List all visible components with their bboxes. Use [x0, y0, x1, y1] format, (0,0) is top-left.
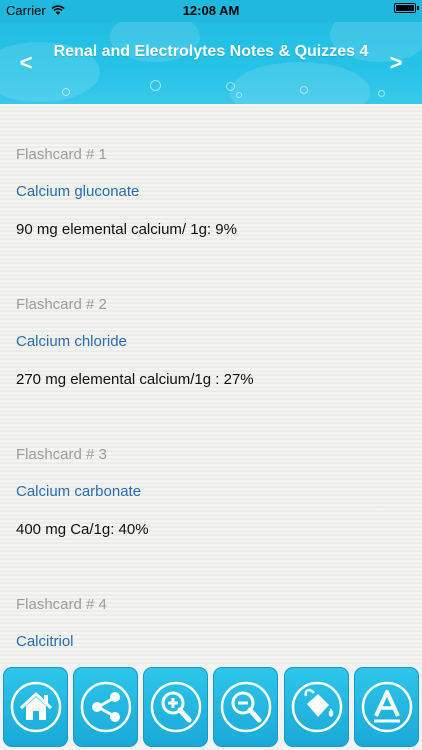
flashcard-definition: 270 mg elemental calcium/1g : 27%	[16, 371, 254, 388]
font-icon	[361, 681, 412, 733]
status-bar: Carrier 12:08 AM	[0, 0, 422, 22]
page-title: Renal and Electrolytes Notes & Quizzes 4	[53, 43, 369, 60]
home-icon	[10, 681, 61, 733]
flashcard-item: Flashcard # 3 Calcium carbonate 400 mg C…	[16, 446, 406, 538]
flashcard-definition: 400 mg Ca/1g: 40%	[16, 521, 149, 538]
flashcard-term: Calcium gluconate	[16, 183, 140, 200]
flashcard-item: Flashcard # 4 Calcitriol	[16, 596, 406, 650]
prev-button[interactable]: <	[16, 50, 36, 76]
battery-icon	[394, 3, 419, 13]
flashcard-term: Calcium chloride	[16, 333, 127, 350]
home-button[interactable]	[3, 667, 68, 747]
theme-button[interactable]	[284, 667, 349, 747]
flashcard-item: Flashcard # 1 Calcium gluconate 90 mg el…	[16, 146, 406, 238]
flashcard-label: Flashcard # 3	[16, 446, 107, 463]
status-time: 12:08 AM	[182, 3, 240, 18]
flashcard-item: Flashcard # 2 Calcium chloride 270 mg el…	[16, 296, 406, 388]
bottom-toolbar	[0, 664, 422, 750]
next-button[interactable]: >	[386, 50, 406, 76]
flashcard-term: Calcitriol	[16, 633, 74, 650]
flashcard-label: Flashcard # 1	[16, 146, 107, 163]
flashcard-label: Flashcard # 4	[16, 596, 107, 613]
header-bar: < Renal and Electrolytes Notes & Quizzes…	[0, 22, 422, 104]
share-icon	[80, 681, 131, 733]
flashcard-list: Flashcard # 1 Calcium gluconate 90 mg el…	[0, 104, 422, 664]
flashcard-label: Flashcard # 2	[16, 296, 107, 313]
zoom-in-icon	[150, 681, 201, 733]
flashcard-definition: 90 mg elemental calcium/ 1g: 9%	[16, 221, 237, 238]
paint-bucket-icon	[291, 681, 342, 733]
font-button[interactable]	[354, 667, 419, 747]
flashcard-term: Calcium carbonate	[16, 483, 142, 500]
zoom-in-button[interactable]	[143, 667, 208, 747]
zoom-out-button[interactable]	[213, 667, 278, 747]
share-button[interactable]	[73, 667, 138, 747]
zoom-out-icon	[220, 681, 271, 733]
